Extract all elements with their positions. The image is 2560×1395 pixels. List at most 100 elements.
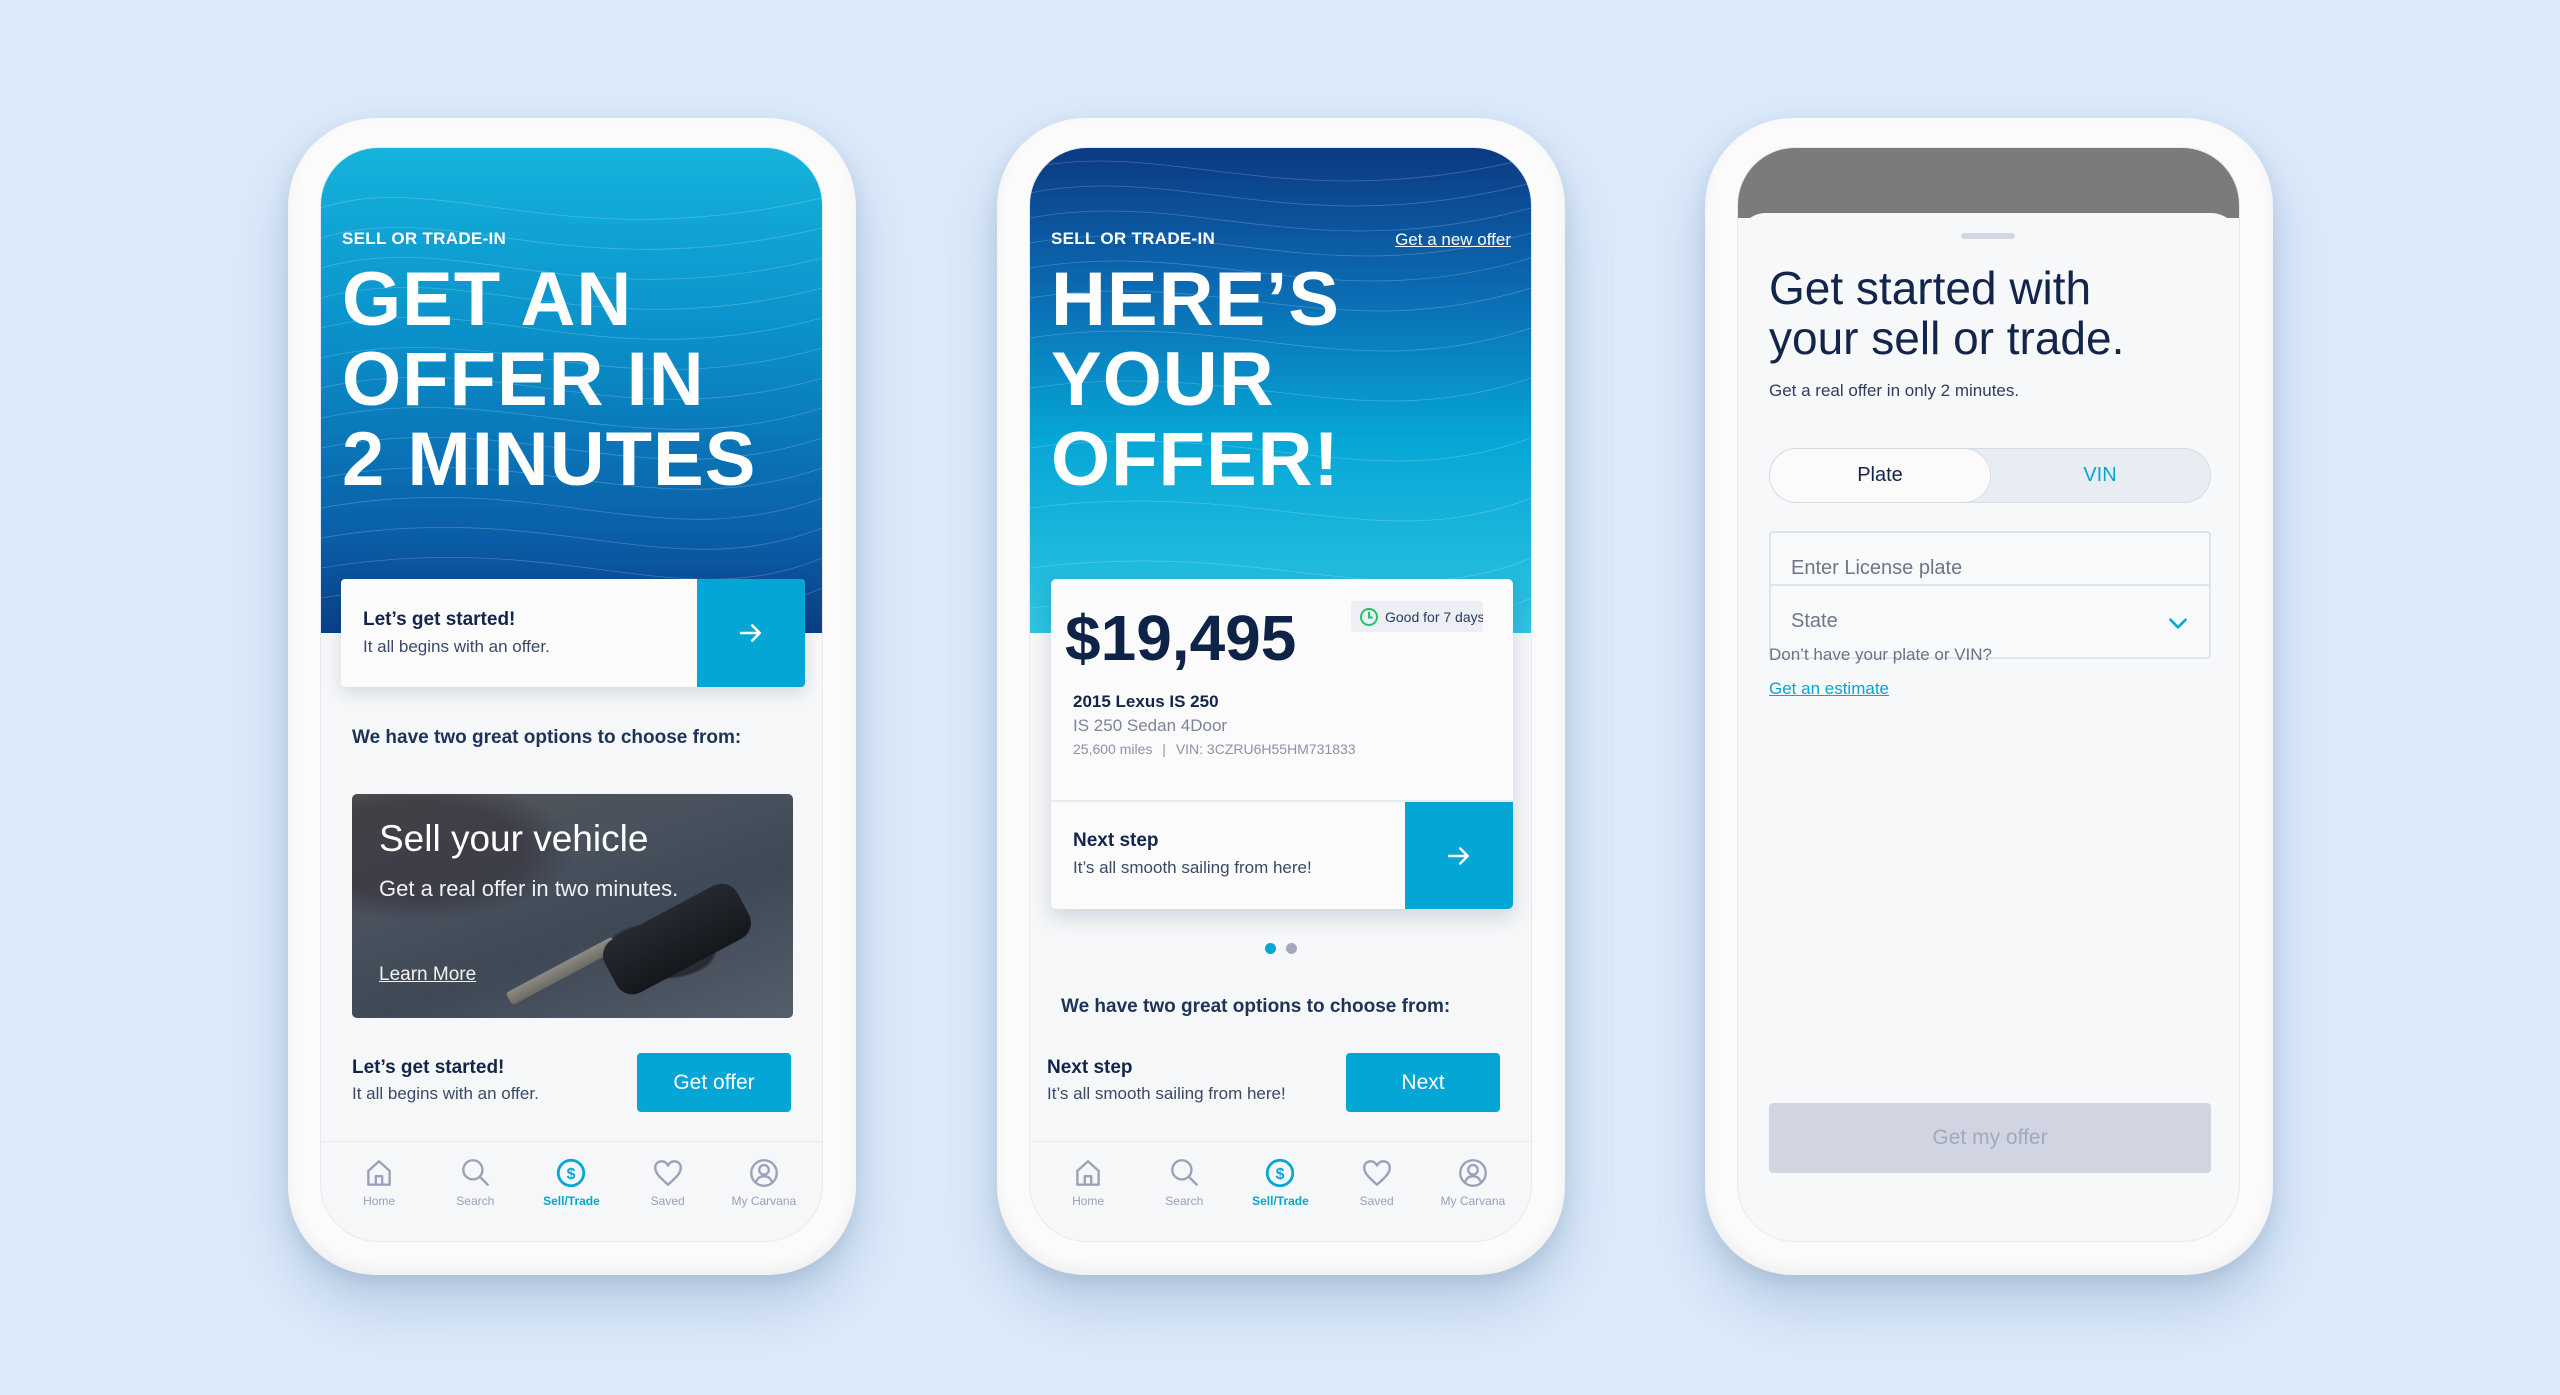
sticky-title: Let’s get started!	[352, 1057, 505, 1078]
get-offer-button[interactable]: Get offer	[637, 1053, 791, 1112]
vehicle-mileage: 25,600 miles	[1073, 741, 1153, 757]
no-plate-prompt: Don’t have your plate or VIN?	[1769, 645, 1993, 664]
headline-line: 2 MINUTES	[342, 417, 757, 502]
vehicle-trim: IS 250 Sedan 4Door	[1073, 716, 1228, 735]
next-step-arrow-button[interactable]	[1405, 802, 1513, 909]
get-new-offer-link[interactable]: Get a new offer	[1395, 230, 1511, 250]
headline-line: OFFER IN	[342, 337, 705, 422]
tab-home[interactable]: Home	[1043, 1156, 1133, 1241]
get-estimate-link[interactable]: Get an estimate	[1769, 679, 1889, 699]
title-line: your sell or trade.	[1769, 312, 2125, 364]
next-step-subtitle: It’s all smooth sailing from here!	[1073, 858, 1312, 877]
hero-headline: GET AN OFFER IN 2 MINUTES	[342, 260, 756, 500]
tab-label: My Carvana	[731, 1194, 797, 1208]
sheet-title: Get started with your sell or trade.	[1769, 263, 2124, 363]
license-plate-input[interactable]	[1791, 557, 2209, 580]
tab-label: Home	[1072, 1194, 1105, 1208]
start-arrow-button[interactable]	[697, 579, 805, 687]
tab-label: Home	[363, 1194, 396, 1208]
dollar-circle-icon: $	[557, 1158, 586, 1188]
tab-home[interactable]: Home	[334, 1156, 424, 1241]
headline-line: GET AN	[342, 257, 633, 342]
next-button[interactable]: Next	[1346, 1053, 1500, 1112]
tab-label: Search	[1165, 1194, 1204, 1208]
sheet-subtitle: Get a real offer in only 2 minutes.	[1769, 381, 2020, 400]
tab-search[interactable]: Search	[430, 1156, 520, 1241]
vehicle-meta: 25,600 miles | VIN: 3CZRU6H55HM731833	[1073, 741, 1356, 757]
tab-saved[interactable]: Saved	[623, 1156, 713, 1241]
hero-banner: SELL OR TRADE-IN GET AN OFFER IN 2 MINUT…	[321, 148, 822, 633]
title-line: Get started with	[1769, 262, 2092, 314]
tab-my-carvana[interactable]: My Carvana	[1428, 1156, 1518, 1241]
arrow-right-icon	[739, 624, 761, 642]
tab-label: Search	[456, 1194, 495, 1208]
card-title: Let’s get started!	[363, 609, 516, 630]
bottom-tab-bar: Home Search $ Sell/Trade Saved My Carvan…	[1030, 1141, 1531, 1241]
next-step-title: Next step	[1073, 830, 1159, 851]
tab-label: Saved	[650, 1194, 685, 1208]
phone-screen: Get started with your sell or trade. Get…	[1737, 147, 2240, 1242]
arrow-right-icon	[1447, 846, 1469, 865]
sell-card-title: Sell your vehicle	[379, 818, 649, 859]
sell-card-subtitle: Get a real offer in two minutes.	[379, 876, 679, 901]
carousel-dot[interactable]	[1264, 943, 1276, 954]
sheet-drag-handle[interactable]	[1961, 233, 2015, 239]
tab-search[interactable]: Search	[1139, 1156, 1229, 1241]
tab-label: Sell/Trade	[543, 1194, 600, 1208]
offer-validity-badge: Good for 7 days	[1351, 601, 1483, 632]
search-icon	[1171, 1159, 1199, 1186]
home-icon	[367, 1160, 391, 1186]
tab-saved[interactable]: Saved	[1332, 1156, 1422, 1241]
headline-line: OFFER!	[1051, 417, 1340, 502]
clock-icon	[1360, 607, 1378, 626]
svg-text:$: $	[567, 1166, 576, 1183]
state-select-label: State	[1791, 610, 1838, 632]
phone-mockup-your-offer: SELL OR TRADE-IN Get a new offer HERE’S …	[997, 118, 1565, 1275]
modal-backdrop[interactable]	[1738, 148, 2239, 218]
sell-vehicle-card[interactable]: Sell your vehicle Get a real offer in tw…	[352, 794, 793, 1018]
options-heading: We have two great options to choose from…	[352, 727, 742, 748]
home-icon	[1076, 1160, 1100, 1186]
hero-headline: HERE’S YOUR OFFER!	[1051, 260, 1340, 500]
eyebrow-label: SELL OR TRADE-IN	[1051, 229, 1216, 248]
phone-screen: SELL OR TRADE-IN GET AN OFFER IN 2 MINUT…	[320, 147, 823, 1242]
svg-text:$: $	[1276, 1166, 1285, 1183]
plate-vin-toggle: Plate VIN	[1769, 448, 2211, 503]
options-heading: We have two great options to choose from…	[1061, 996, 1451, 1017]
get-started-card[interactable]: Let’s get started! It all begins with an…	[341, 579, 805, 687]
card-subtitle: It all begins with an offer.	[363, 637, 550, 656]
vehicle-name: 2015 Lexus IS 250	[1073, 692, 1219, 711]
segment-plate[interactable]: Plate	[1769, 448, 1991, 503]
tab-label: Saved	[1359, 1194, 1394, 1208]
vehicle-vin: VIN: 3CZRU6H55HM731833	[1175, 741, 1356, 757]
tab-label: Sell/Trade	[1252, 1194, 1309, 1208]
next-step-row[interactable]: Next step It’s all smooth sailing from h…	[1051, 800, 1513, 909]
search-icon	[462, 1159, 490, 1186]
headline-line: HERE’S	[1051, 257, 1340, 342]
tab-sell-trade[interactable]: $ Sell/Trade	[526, 1156, 616, 1241]
hero-banner: SELL OR TRADE-IN Get a new offer HERE’S …	[1030, 148, 1531, 633]
user-circle-icon	[749, 1159, 778, 1187]
phone-screen: SELL OR TRADE-IN Get a new offer HERE’S …	[1029, 147, 1532, 1242]
offer-card: $19,495 Good for 7 days 2015 Lexus IS 25…	[1051, 579, 1513, 909]
learn-more-link[interactable]: Learn More	[379, 964, 476, 986]
get-my-offer-button[interactable]: Get my offer	[1769, 1103, 2211, 1173]
phone-mockup-get-offer: SELL OR TRADE-IN GET AN OFFER IN 2 MINUT…	[288, 118, 856, 1275]
heart-icon	[1362, 1160, 1391, 1186]
dollar-circle-icon: $	[1266, 1158, 1295, 1188]
sticky-subtitle: It’s all smooth sailing from here!	[1047, 1084, 1286, 1103]
heart-icon	[653, 1160, 682, 1186]
user-circle-icon	[1458, 1159, 1487, 1187]
sticky-cta-bar: Next step It’s all smooth sailing from h…	[1030, 1031, 1531, 1141]
offer-price: $19,495	[1065, 602, 1297, 674]
headline-line: YOUR	[1051, 337, 1275, 422]
sticky-subtitle: It all begins with an offer.	[352, 1084, 539, 1103]
badge-text: Good for 7 days	[1385, 608, 1483, 625]
tab-my-carvana[interactable]: My Carvana	[719, 1156, 809, 1241]
phone-mockup-vehicle-entry: Get started with your sell or trade. Get…	[1705, 118, 2273, 1275]
carousel-dot[interactable]	[1285, 943, 1297, 954]
bottom-tab-bar: Home Search $ Sell/Trade Saved My Carvan…	[321, 1141, 822, 1241]
chevron-down-icon	[2169, 618, 2187, 629]
tab-sell-trade[interactable]: $ Sell/Trade	[1235, 1156, 1325, 1241]
segment-vin[interactable]: VIN	[1990, 449, 2210, 502]
